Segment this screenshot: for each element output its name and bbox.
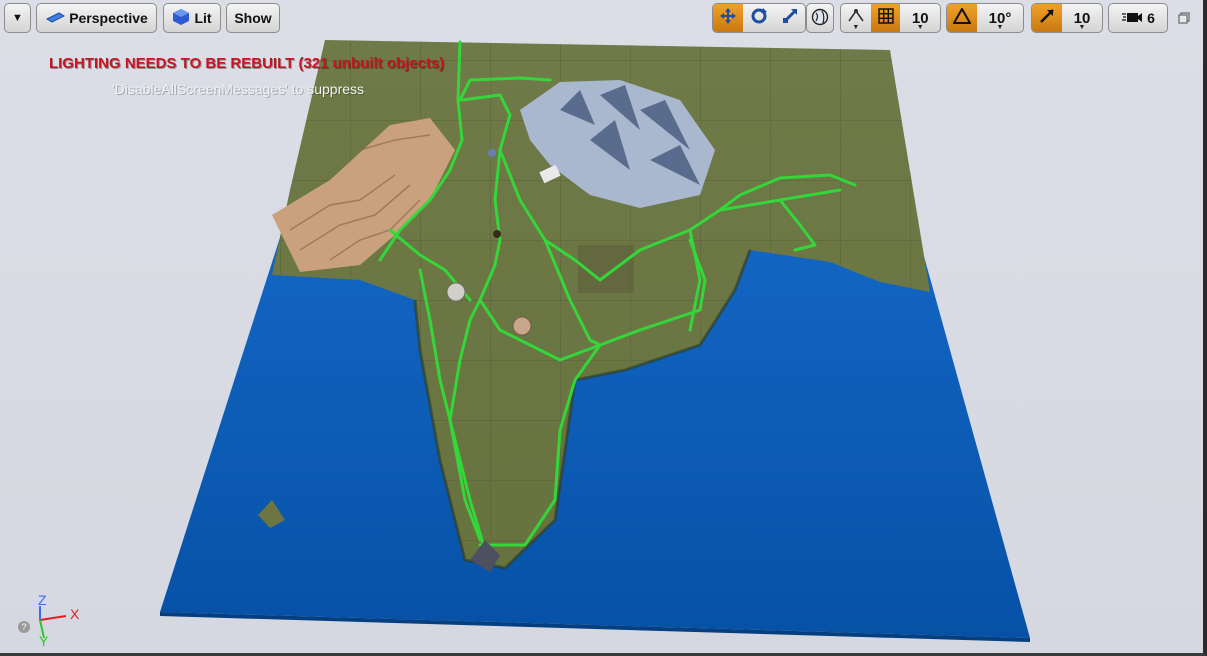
chevron-down-icon: ▼ [1078, 24, 1086, 31]
grid-icon [877, 8, 894, 28]
camera-speed-button[interactable]: 6 [1108, 3, 1168, 33]
lighting-mode-button[interactable]: Lit [163, 3, 221, 33]
rotate-icon [750, 7, 768, 29]
level-viewport[interactable]: ▼ Perspective Lit Show ▼ 10 ▼ 10° ▼ 10 ▼… [0, 0, 1207, 656]
view-mode-button[interactable]: Perspective [36, 3, 157, 33]
viewport-options-button[interactable]: ▼ [4, 3, 31, 33]
axis-x-label: X [70, 606, 80, 622]
move-arrows-icon [719, 7, 737, 29]
rotate-tool[interactable] [743, 4, 775, 32]
show-flags-button[interactable]: Show [226, 3, 280, 33]
rotation-snap-value[interactable]: 10° ▼ [977, 4, 1023, 32]
scale-snap-group: 10 ▼ [1031, 3, 1103, 33]
chevron-down-icon: ▼ [916, 24, 924, 31]
chevron-down-icon: ▼ [12, 12, 23, 24]
landscape-scene[interactable] [0, 0, 1207, 656]
rotation-snap-group: 10° ▼ [946, 3, 1024, 33]
scale-snap-icon [1039, 8, 1055, 28]
globe-icon [811, 8, 829, 29]
scale-snap-toggle[interactable] [1032, 4, 1062, 32]
help-icon[interactable]: ? [18, 621, 30, 633]
grid-snap-toggle[interactable] [870, 4, 901, 32]
scale-tool[interactable] [775, 4, 805, 32]
axis-gizmo: Z X Y [14, 592, 84, 649]
coordinate-space-button[interactable] [806, 3, 834, 33]
transform-tools-group [712, 3, 806, 33]
perspective-icon [45, 10, 66, 27]
camera-speed-value: 6 [1147, 10, 1155, 26]
maximize-viewport-button[interactable] [1178, 11, 1192, 25]
surface-snap-toggle[interactable]: ▼ [841, 4, 871, 32]
chevron-down-icon: ▼ [852, 24, 860, 31]
lit-cube-icon [172, 8, 190, 29]
scale-snap-value[interactable]: 10 ▼ [1062, 4, 1102, 32]
restore-icon [1178, 11, 1190, 28]
axis-z-label: Z [38, 592, 47, 608]
view-mode-label: Perspective [69, 10, 148, 26]
grid-snap-group: ▼ 10 ▼ [840, 3, 941, 33]
grid-snap-value[interactable]: 10 ▼ [900, 4, 940, 32]
angle-icon [952, 6, 972, 28]
axis-y-label: Y [39, 633, 49, 649]
lighting-mode-label: Lit [194, 10, 212, 26]
lighting-warning-text: LIGHTING NEEDS TO BE REBUILT (321 unbuil… [49, 55, 445, 72]
camera-icon [1121, 9, 1143, 28]
translate-tool[interactable] [713, 4, 743, 32]
rotation-snap-toggle[interactable] [947, 4, 977, 32]
suppress-hint-text: 'DisableAllScreenMessages' to suppress [112, 81, 365, 97]
chevron-down-icon: ▼ [996, 24, 1004, 31]
scale-arrow-icon [781, 7, 799, 29]
show-label: Show [234, 10, 272, 26]
